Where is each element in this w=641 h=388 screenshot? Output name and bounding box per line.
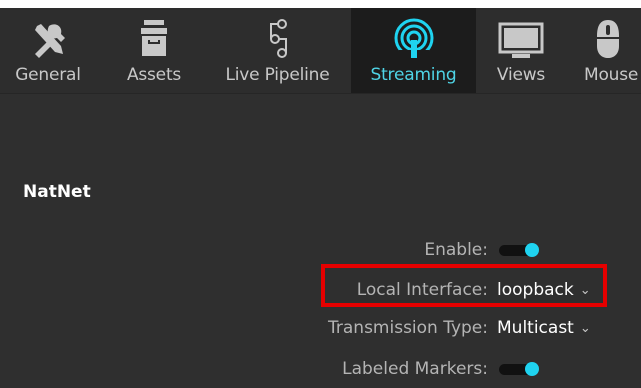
tab-streaming-label: Streaming bbox=[370, 65, 457, 85]
transmission-type-dropdown[interactable]: Multicast ⌄ bbox=[497, 316, 591, 342]
enable-toggle[interactable] bbox=[499, 243, 539, 257]
labeled-markers-toggle[interactable] bbox=[499, 362, 539, 376]
pipeline-icon bbox=[211, 18, 344, 60]
tab-live-pipeline-label: Live Pipeline bbox=[225, 65, 330, 85]
setting-row-transmission-type: Transmission Type: Multicast ⌄ bbox=[0, 316, 641, 340]
tab-live-pipeline[interactable]: Live Pipeline bbox=[211, 8, 344, 93]
streaming-icon bbox=[351, 18, 476, 60]
transmission-type-value: Multicast bbox=[497, 318, 574, 338]
chevron-down-icon: ⌄ bbox=[579, 321, 591, 336]
tab-views-label: Views bbox=[496, 65, 546, 85]
tools-icon bbox=[0, 18, 96, 60]
tab-streaming[interactable]: Streaming bbox=[351, 8, 476, 93]
setting-row-enable: Enable: bbox=[0, 238, 641, 262]
tab-assets[interactable]: Assets bbox=[112, 8, 196, 93]
enable-toggle-knob bbox=[525, 243, 539, 257]
local-interface-label: Local Interface: bbox=[356, 280, 488, 300]
local-interface-dropdown[interactable]: loopback ⌄ bbox=[497, 278, 591, 304]
setting-row-local-interface: Local Interface: loopback ⌄ bbox=[0, 278, 641, 302]
enable-label: Enable: bbox=[424, 240, 488, 260]
settings-toolbar: General Assets Live Pipeline Streaming V… bbox=[0, 8, 641, 94]
transmission-type-label: Transmission Type: bbox=[328, 318, 488, 338]
app-window: General Assets Live Pipeline Streaming V… bbox=[0, 8, 641, 388]
tab-mouse-label: Mouse bbox=[584, 65, 639, 85]
tab-mouse[interactable]: Mouse bbox=[576, 8, 641, 93]
assets-box-icon bbox=[112, 18, 196, 60]
labeled-markers-label: Labeled Markers: bbox=[342, 359, 488, 379]
streaming-settings-panel: NatNet Enable: Local Interface: loopback… bbox=[0, 94, 641, 388]
labeled-markers-toggle-knob bbox=[525, 362, 539, 376]
tab-assets-label: Assets bbox=[126, 65, 182, 85]
mouse-icon bbox=[576, 18, 640, 60]
tab-general-label: General bbox=[15, 65, 81, 85]
local-interface-value: loopback bbox=[497, 280, 574, 300]
tab-general[interactable]: General bbox=[0, 8, 96, 93]
monitor-icon bbox=[484, 18, 558, 60]
setting-row-labeled-markers: Labeled Markers: bbox=[0, 357, 641, 381]
chevron-down-icon: ⌄ bbox=[579, 283, 591, 298]
section-title-natnet: NatNet bbox=[23, 182, 91, 202]
tab-views[interactable]: Views bbox=[484, 8, 558, 93]
